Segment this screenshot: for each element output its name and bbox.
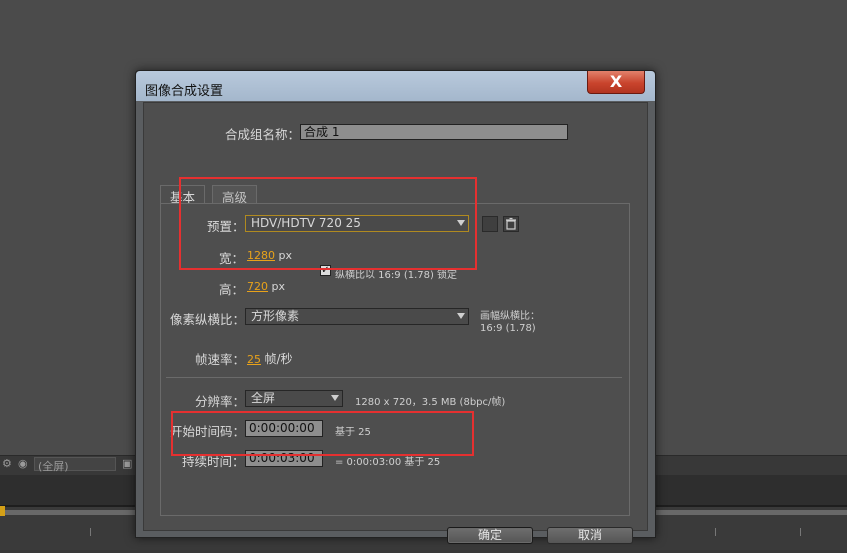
composition-settings-dialog: 图像合成设置 X 合成组名称： 合成 1 基本 高级 预置： HDV/HDTV … <box>135 70 656 544</box>
channel-icon[interactable]: ◉ <box>18 457 28 472</box>
height-label: 高： <box>219 282 245 297</box>
color-icon[interactable]: ⚙ <box>2 457 12 472</box>
trash-icon-glyph <box>506 217 516 230</box>
ruler-tick <box>715 528 716 536</box>
dialog-body: 合成组名称： 合成 1 基本 高级 预置： HDV/HDTV 720 25 宽：… <box>143 102 648 544</box>
cancel-button[interactable]: 取消 <box>547 527 633 544</box>
pixel-aspect-label: 像素纵横比： <box>170 312 246 327</box>
annotation-box-size <box>179 177 477 270</box>
pixel-aspect-value: 方形像素 <box>251 309 300 323</box>
height-field[interactable]: 720 px <box>247 280 285 293</box>
section-divider <box>166 377 622 378</box>
annotation-box-duration <box>171 411 474 456</box>
ruler-tick <box>800 528 801 536</box>
resolution-dropdown-bg[interactable]: (全屏) <box>34 457 116 473</box>
frame-aspect-label: 画幅纵横比： <box>480 311 540 322</box>
frame-rate-label: 帧速率： <box>195 352 246 367</box>
current-time-marker[interactable] <box>0 506 5 516</box>
trash-icon[interactable] <box>503 216 519 232</box>
composition-name-label: 合成组名称： <box>225 127 301 142</box>
title-bar[interactable]: 图像合成设置 X <box>136 71 655 101</box>
grid-icon[interactable]: ▣ <box>122 457 132 472</box>
resolution-info: 1280 x 720，3.5 MB (8bpc/帧) <box>355 397 506 408</box>
ok-button[interactable]: 确定 <box>447 527 533 544</box>
close-button[interactable]: X <box>587 71 645 94</box>
resolution-value: 全屏 <box>251 391 276 405</box>
resolution-label: 分辨率： <box>195 394 246 409</box>
height-unit: px <box>271 280 286 293</box>
save-preset-icon[interactable] <box>482 216 498 232</box>
composition-name-input[interactable]: 合成 1 <box>300 124 568 140</box>
frame-rate-field[interactable]: 25 帧/秒 <box>247 350 293 367</box>
height-value[interactable]: 720 <box>247 280 268 293</box>
dialog-title: 图像合成设置 <box>145 84 224 99</box>
frame-rate-value[interactable]: 25 <box>247 353 261 366</box>
pixel-aspect-dropdown[interactable]: 方形像素 <box>245 308 469 325</box>
frame-aspect-value: 16:9 (1.78) <box>480 323 536 334</box>
frame-rate-unit: 帧/秒 <box>264 352 293 366</box>
resolution-dropdown[interactable]: 全屏 <box>245 390 343 407</box>
ruler-tick <box>90 528 91 536</box>
chevron-down-icon <box>457 313 465 319</box>
chevron-down-icon <box>331 395 339 401</box>
